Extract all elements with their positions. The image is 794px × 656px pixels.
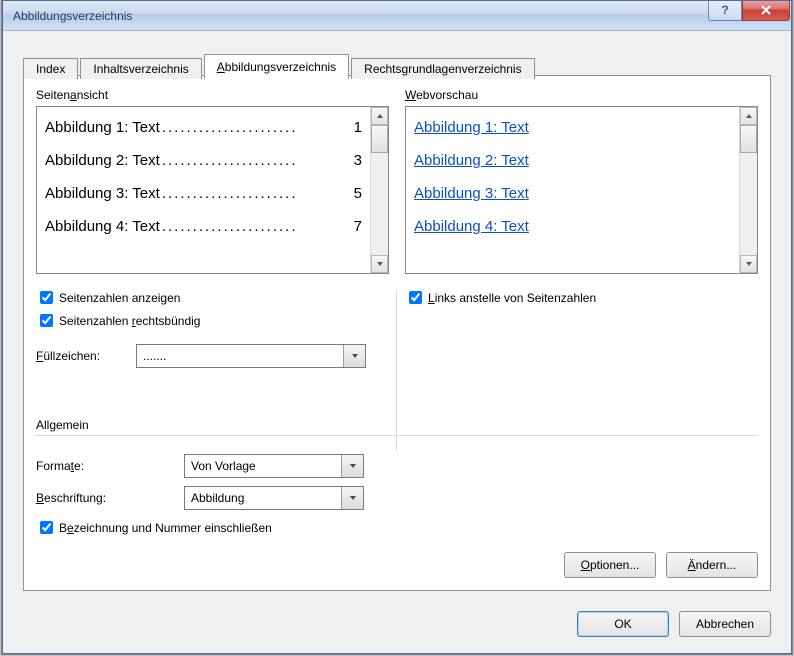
- scroll-up-button[interactable]: [371, 107, 388, 125]
- web-preview-section: Webvorschau Abbildung 1: Text Abbildung …: [397, 88, 758, 368]
- section-label-webvorschau: Webvorschau: [405, 88, 758, 102]
- tab-index[interactable]: Index: [23, 58, 78, 79]
- leader-dots: ......................: [162, 152, 346, 169]
- section-label-seitenansicht: Seitenansicht: [36, 88, 389, 102]
- dialog-window: Abbildungsverzeichnis ? Index Inhaltsver…: [2, 0, 792, 654]
- scrollbar[interactable]: [739, 107, 757, 273]
- preview-page: 5: [348, 185, 362, 202]
- title-bar[interactable]: Abbildungsverzeichnis ?: [3, 1, 791, 31]
- preview-text: Abbildung 4: Text: [45, 218, 160, 235]
- leader-dots: ......................: [162, 218, 346, 235]
- leader-dots: ......................: [162, 119, 346, 136]
- ok-button[interactable]: OK: [577, 611, 669, 637]
- fill-char-combobox[interactable]: .......: [136, 344, 366, 368]
- dialog-button-row: OK Abbrechen: [577, 611, 771, 637]
- print-preview-list: Abbildung 1: Text ......................…: [36, 106, 389, 274]
- button-label: Ändern...: [688, 558, 737, 572]
- button-label: Optionen...: [581, 558, 640, 572]
- tab-label: Abbildungsverzeichnis: [217, 60, 336, 74]
- modify-button[interactable]: Ändern...: [666, 552, 758, 578]
- caption-combobox[interactable]: Abbildung: [184, 486, 364, 510]
- chevron-down-icon: [745, 260, 753, 268]
- button-label: OK: [614, 617, 631, 631]
- leader-dots: ......................: [162, 185, 346, 202]
- window-title: Abbildungsverzeichnis: [13, 9, 132, 23]
- close-icon: [760, 5, 772, 15]
- preview-text: Abbildung 2: Text: [45, 152, 160, 169]
- preview-row: Abbildung 2: Text ......................…: [45, 152, 362, 169]
- web-preview-link: Abbildung 4: Text: [414, 218, 731, 235]
- general-group: Allgemein Formate: Von Vorlage Beschri: [36, 418, 758, 545]
- tab-page: Seitenansicht Abbildung 1: Text ........…: [23, 75, 771, 591]
- web-preview-list: Abbildung 1: Text Abbildung 2: Text Abbi…: [405, 106, 758, 274]
- combo-value: Von Vorlage: [185, 459, 341, 473]
- print-preview-section: Seitenansicht Abbildung 1: Text ........…: [36, 88, 397, 368]
- checkbox-label: Links anstelle von Seitenzahlen: [428, 291, 596, 305]
- scroll-up-button[interactable]: [740, 107, 757, 125]
- chevron-down-icon: [349, 462, 357, 470]
- formats-label: Formate:: [36, 459, 184, 473]
- preview-row: Abbildung 4: Text ......................…: [45, 218, 362, 235]
- preview-text: Abbildung 3: Text: [45, 185, 160, 202]
- dropdown-button[interactable]: [341, 455, 363, 477]
- tab-rechtsgrundlagenverzeichnis[interactable]: Rechtsgrundlagenverzeichnis: [351, 58, 534, 79]
- preview-row: Abbildung 1: Text ......................…: [45, 119, 362, 136]
- close-button[interactable]: [742, 1, 790, 21]
- chevron-down-icon: [349, 494, 357, 502]
- tab-label: Index: [36, 62, 65, 76]
- formats-combobox[interactable]: Von Vorlage: [184, 454, 364, 478]
- checkbox-label: Seitenzahlen anzeigen: [59, 291, 180, 305]
- chevron-up-icon: [745, 112, 753, 120]
- web-preview-link: Abbildung 3: Text: [414, 185, 731, 202]
- tab-label: Inhaltsverzeichnis: [93, 62, 188, 76]
- scroll-down-button[interactable]: [740, 255, 757, 273]
- web-preview-link: Abbildung 2: Text: [414, 152, 731, 169]
- preview-page: 7: [348, 218, 362, 235]
- cancel-button[interactable]: Abbrechen: [679, 611, 771, 637]
- combo-value: .......: [137, 349, 343, 363]
- chevron-down-icon: [376, 260, 384, 268]
- dialog-body: Index Inhaltsverzeichnis Abbildungsverze…: [3, 31, 791, 653]
- scroll-down-button[interactable]: [371, 255, 388, 273]
- checkbox-label: Bezeichnung und Nummer einschließen: [59, 521, 272, 535]
- options-button[interactable]: Optionen...: [564, 552, 656, 578]
- inner-button-row: Optionen... Ändern...: [564, 552, 758, 578]
- checkbox-show-page-numbers[interactable]: [40, 291, 53, 304]
- checkbox-right-align[interactable]: [40, 314, 53, 327]
- scroll-thumb[interactable]: [371, 125, 388, 153]
- scroll-thumb[interactable]: [740, 125, 757, 153]
- caption-label: Beschriftung:: [36, 491, 184, 505]
- tab-abbildungsverzeichnis[interactable]: Abbildungsverzeichnis: [204, 54, 349, 79]
- combo-value: Abbildung: [185, 491, 341, 505]
- checkbox-use-links[interactable]: [409, 291, 422, 304]
- tab-inhaltsverzeichnis[interactable]: Inhaltsverzeichnis: [80, 58, 201, 79]
- checkbox-include-label-number[interactable]: [40, 521, 53, 534]
- preview-text: Abbildung 1: Text: [45, 119, 160, 136]
- preview-page: 3: [348, 152, 362, 169]
- chevron-up-icon: [376, 112, 384, 120]
- button-label: Abbrechen: [696, 617, 754, 631]
- tab-strip: Index Inhaltsverzeichnis Abbildungsverze…: [23, 53, 771, 78]
- tab-label: Rechtsgrundlagenverzeichnis: [364, 62, 521, 76]
- scrollbar[interactable]: [370, 107, 388, 273]
- fill-char-label: Füllzeichen:: [36, 349, 136, 363]
- dropdown-button[interactable]: [343, 345, 365, 367]
- preview-row: Abbildung 3: Text ......................…: [45, 185, 362, 202]
- checkbox-label: Seitenzahlen rechtsbündig: [59, 314, 200, 328]
- group-label-allgemein: Allgemein: [36, 418, 758, 432]
- dropdown-button[interactable]: [341, 487, 363, 509]
- help-icon: ?: [721, 3, 728, 17]
- web-preview-link: Abbildung 1: Text: [414, 119, 731, 136]
- preview-page: 1: [348, 119, 362, 136]
- chevron-down-icon: [351, 352, 359, 360]
- help-button[interactable]: ?: [708, 1, 742, 21]
